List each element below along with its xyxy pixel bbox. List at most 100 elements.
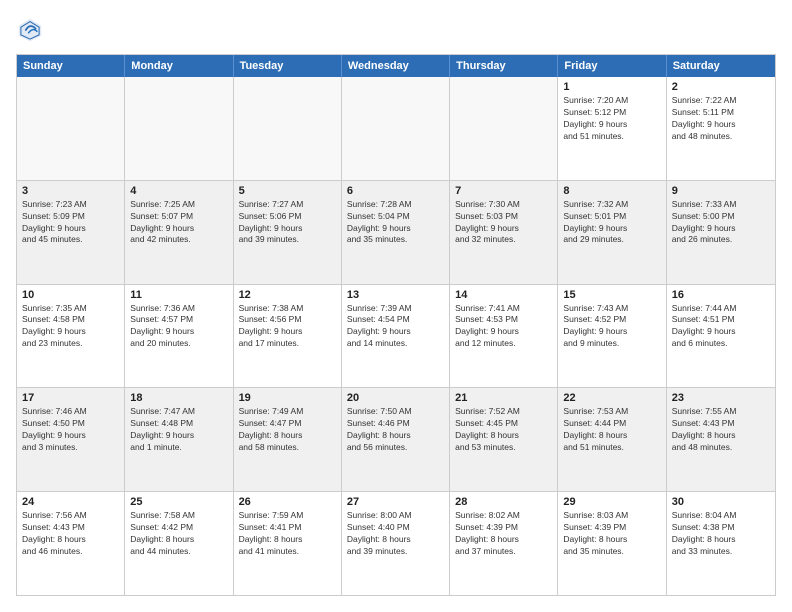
day-info: Sunrise: 7:32 AM Sunset: 5:01 PM Dayligh… <box>563 199 660 247</box>
day-info: Sunrise: 7:25 AM Sunset: 5:07 PM Dayligh… <box>130 199 227 247</box>
calendar-cell <box>125 77 233 180</box>
day-number: 19 <box>239 392 336 404</box>
calendar-body: 1Sunrise: 7:20 AM Sunset: 5:12 PM Daylig… <box>17 77 775 595</box>
day-number: 20 <box>347 392 444 404</box>
day-number: 28 <box>455 496 552 508</box>
day-info: Sunrise: 7:33 AM Sunset: 5:00 PM Dayligh… <box>672 199 770 247</box>
day-info: Sunrise: 7:52 AM Sunset: 4:45 PM Dayligh… <box>455 406 552 454</box>
header-day-saturday: Saturday <box>667 55 775 77</box>
day-info: Sunrise: 7:47 AM Sunset: 4:48 PM Dayligh… <box>130 406 227 454</box>
calendar-cell: 29 Sunrise: 8:03 AM Sunset: 4:39 PM Dayli… <box>558 492 666 595</box>
calendar-header: SundayMondayTuesdayWednesdayThursdayFrid… <box>17 55 775 77</box>
calendar-cell: 5 Sunrise: 7:27 AM Sunset: 5:06 PM Daylig… <box>234 181 342 284</box>
day-number: 5 <box>239 185 336 197</box>
calendar-cell: 8 Sunrise: 7:32 AM Sunset: 5:01 PM Daylig… <box>558 181 666 284</box>
calendar-cell <box>450 77 558 180</box>
calendar-cell: 26 Sunrise: 7:59 AM Sunset: 4:41 PM Dayli… <box>234 492 342 595</box>
day-number: 26 <box>239 496 336 508</box>
calendar-row-0: 1Sunrise: 7:20 AM Sunset: 5:12 PM Daylig… <box>17 77 775 181</box>
day-number: 6 <box>347 185 444 197</box>
calendar-cell <box>342 77 450 180</box>
day-info: Sunrise: 7:58 AM Sunset: 4:42 PM Dayligh… <box>130 510 227 558</box>
header-day-tuesday: Tuesday <box>234 55 342 77</box>
calendar-cell: 11 Sunrise: 7:36 AM Sunset: 4:57 PM Dayli… <box>125 285 233 388</box>
calendar-cell: 14Sunrise: 7:41 AM Sunset: 4:53 PM Dayli… <box>450 285 558 388</box>
day-number: 16 <box>672 289 770 301</box>
day-info: Sunrise: 8:02 AM Sunset: 4:39 PM Dayligh… <box>455 510 552 558</box>
day-number: 25 <box>130 496 227 508</box>
day-info: Sunrise: 7:27 AM Sunset: 5:06 PM Dayligh… <box>239 199 336 247</box>
day-number: 23 <box>672 392 770 404</box>
day-number: 15 <box>563 289 660 301</box>
page: SundayMondayTuesdayWednesdayThursdayFrid… <box>0 0 792 612</box>
calendar-row-2: 10 Sunrise: 7:35 AM Sunset: 4:58 PM Dayli… <box>17 285 775 389</box>
logo <box>16 16 48 44</box>
day-number: 7 <box>455 185 552 197</box>
calendar-cell: 9 Sunrise: 7:33 AM Sunset: 5:00 PM Daylig… <box>667 181 775 284</box>
header-day-sunday: Sunday <box>17 55 125 77</box>
calendar-cell: 27Sunrise: 8:00 AM Sunset: 4:40 PM Dayli… <box>342 492 450 595</box>
day-number: 22 <box>563 392 660 404</box>
day-number: 10 <box>22 289 119 301</box>
day-info: Sunrise: 7:50 AM Sunset: 4:46 PM Dayligh… <box>347 406 444 454</box>
calendar-row-4: 24 Sunrise: 7:56 AM Sunset: 4:43 PM Dayli… <box>17 492 775 595</box>
day-number: 9 <box>672 185 770 197</box>
header-day-monday: Monday <box>125 55 233 77</box>
day-info: Sunrise: 8:03 AM Sunset: 4:39 PM Dayligh… <box>563 510 660 558</box>
calendar-cell: 30 Sunrise: 8:04 AM Sunset: 4:38 PM Dayli… <box>667 492 775 595</box>
day-info: Sunrise: 7:53 AM Sunset: 4:44 PM Dayligh… <box>563 406 660 454</box>
day-info: Sunrise: 7:38 AM Sunset: 4:56 PM Dayligh… <box>239 303 336 351</box>
day-number: 1 <box>563 81 660 93</box>
calendar-cell: 22 Sunrise: 7:53 AM Sunset: 4:44 PM Dayli… <box>558 388 666 491</box>
calendar: SundayMondayTuesdayWednesdayThursdayFrid… <box>16 54 776 596</box>
calendar-row-3: 17 Sunrise: 7:46 AM Sunset: 4:50 PM Dayli… <box>17 388 775 492</box>
calendar-cell: 4 Sunrise: 7:25 AM Sunset: 5:07 PM Daylig… <box>125 181 233 284</box>
calendar-cell: 17 Sunrise: 7:46 AM Sunset: 4:50 PM Dayli… <box>17 388 125 491</box>
day-info: Sunrise: 7:35 AM Sunset: 4:58 PM Dayligh… <box>22 303 119 351</box>
calendar-cell: 7Sunrise: 7:30 AM Sunset: 5:03 PM Daylig… <box>450 181 558 284</box>
day-info: Sunrise: 7:55 AM Sunset: 4:43 PM Dayligh… <box>672 406 770 454</box>
day-info: Sunrise: 7:28 AM Sunset: 5:04 PM Dayligh… <box>347 199 444 247</box>
calendar-cell: 3 Sunrise: 7:23 AM Sunset: 5:09 PM Daylig… <box>17 181 125 284</box>
calendar-cell: 21 Sunrise: 7:52 AM Sunset: 4:45 PM Dayli… <box>450 388 558 491</box>
day-info: Sunrise: 7:41 AM Sunset: 4:53 PM Dayligh… <box>455 303 552 351</box>
header <box>16 16 776 44</box>
header-day-friday: Friday <box>558 55 666 77</box>
calendar-cell <box>234 77 342 180</box>
day-number: 17 <box>22 392 119 404</box>
day-number: 21 <box>455 392 552 404</box>
calendar-cell: 19Sunrise: 7:49 AM Sunset: 4:47 PM Dayli… <box>234 388 342 491</box>
calendar-cell: 10 Sunrise: 7:35 AM Sunset: 4:58 PM Dayli… <box>17 285 125 388</box>
day-info: Sunrise: 7:56 AM Sunset: 4:43 PM Dayligh… <box>22 510 119 558</box>
day-info: Sunrise: 7:44 AM Sunset: 4:51 PM Dayligh… <box>672 303 770 351</box>
day-number: 29 <box>563 496 660 508</box>
day-info: Sunrise: 8:00 AM Sunset: 4:40 PM Dayligh… <box>347 510 444 558</box>
logo-icon <box>16 16 44 44</box>
day-number: 24 <box>22 496 119 508</box>
day-info: Sunrise: 7:59 AM Sunset: 4:41 PM Dayligh… <box>239 510 336 558</box>
calendar-cell: 1Sunrise: 7:20 AM Sunset: 5:12 PM Daylig… <box>558 77 666 180</box>
calendar-cell: 18Sunrise: 7:47 AM Sunset: 4:48 PM Dayli… <box>125 388 233 491</box>
day-number: 4 <box>130 185 227 197</box>
day-info: Sunrise: 7:36 AM Sunset: 4:57 PM Dayligh… <box>130 303 227 351</box>
day-info: Sunrise: 7:39 AM Sunset: 4:54 PM Dayligh… <box>347 303 444 351</box>
day-info: Sunrise: 7:46 AM Sunset: 4:50 PM Dayligh… <box>22 406 119 454</box>
day-number: 8 <box>563 185 660 197</box>
day-info: Sunrise: 8:04 AM Sunset: 4:38 PM Dayligh… <box>672 510 770 558</box>
calendar-cell <box>17 77 125 180</box>
calendar-cell: 24 Sunrise: 7:56 AM Sunset: 4:43 PM Dayli… <box>17 492 125 595</box>
header-day-wednesday: Wednesday <box>342 55 450 77</box>
calendar-cell: 28 Sunrise: 8:02 AM Sunset: 4:39 PM Dayli… <box>450 492 558 595</box>
calendar-cell: 25 Sunrise: 7:58 AM Sunset: 4:42 PM Dayli… <box>125 492 233 595</box>
day-number: 3 <box>22 185 119 197</box>
calendar-cell: 16 Sunrise: 7:44 AM Sunset: 4:51 PM Dayli… <box>667 285 775 388</box>
calendar-cell: 13Sunrise: 7:39 AM Sunset: 4:54 PM Dayli… <box>342 285 450 388</box>
day-number: 30 <box>672 496 770 508</box>
day-number: 12 <box>239 289 336 301</box>
header-day-thursday: Thursday <box>450 55 558 77</box>
day-number: 11 <box>130 289 227 301</box>
calendar-cell: 20 Sunrise: 7:50 AM Sunset: 4:46 PM Dayli… <box>342 388 450 491</box>
calendar-row-1: 3 Sunrise: 7:23 AM Sunset: 5:09 PM Daylig… <box>17 181 775 285</box>
day-info: Sunrise: 7:23 AM Sunset: 5:09 PM Dayligh… <box>22 199 119 247</box>
day-info: Sunrise: 7:43 AM Sunset: 4:52 PM Dayligh… <box>563 303 660 351</box>
